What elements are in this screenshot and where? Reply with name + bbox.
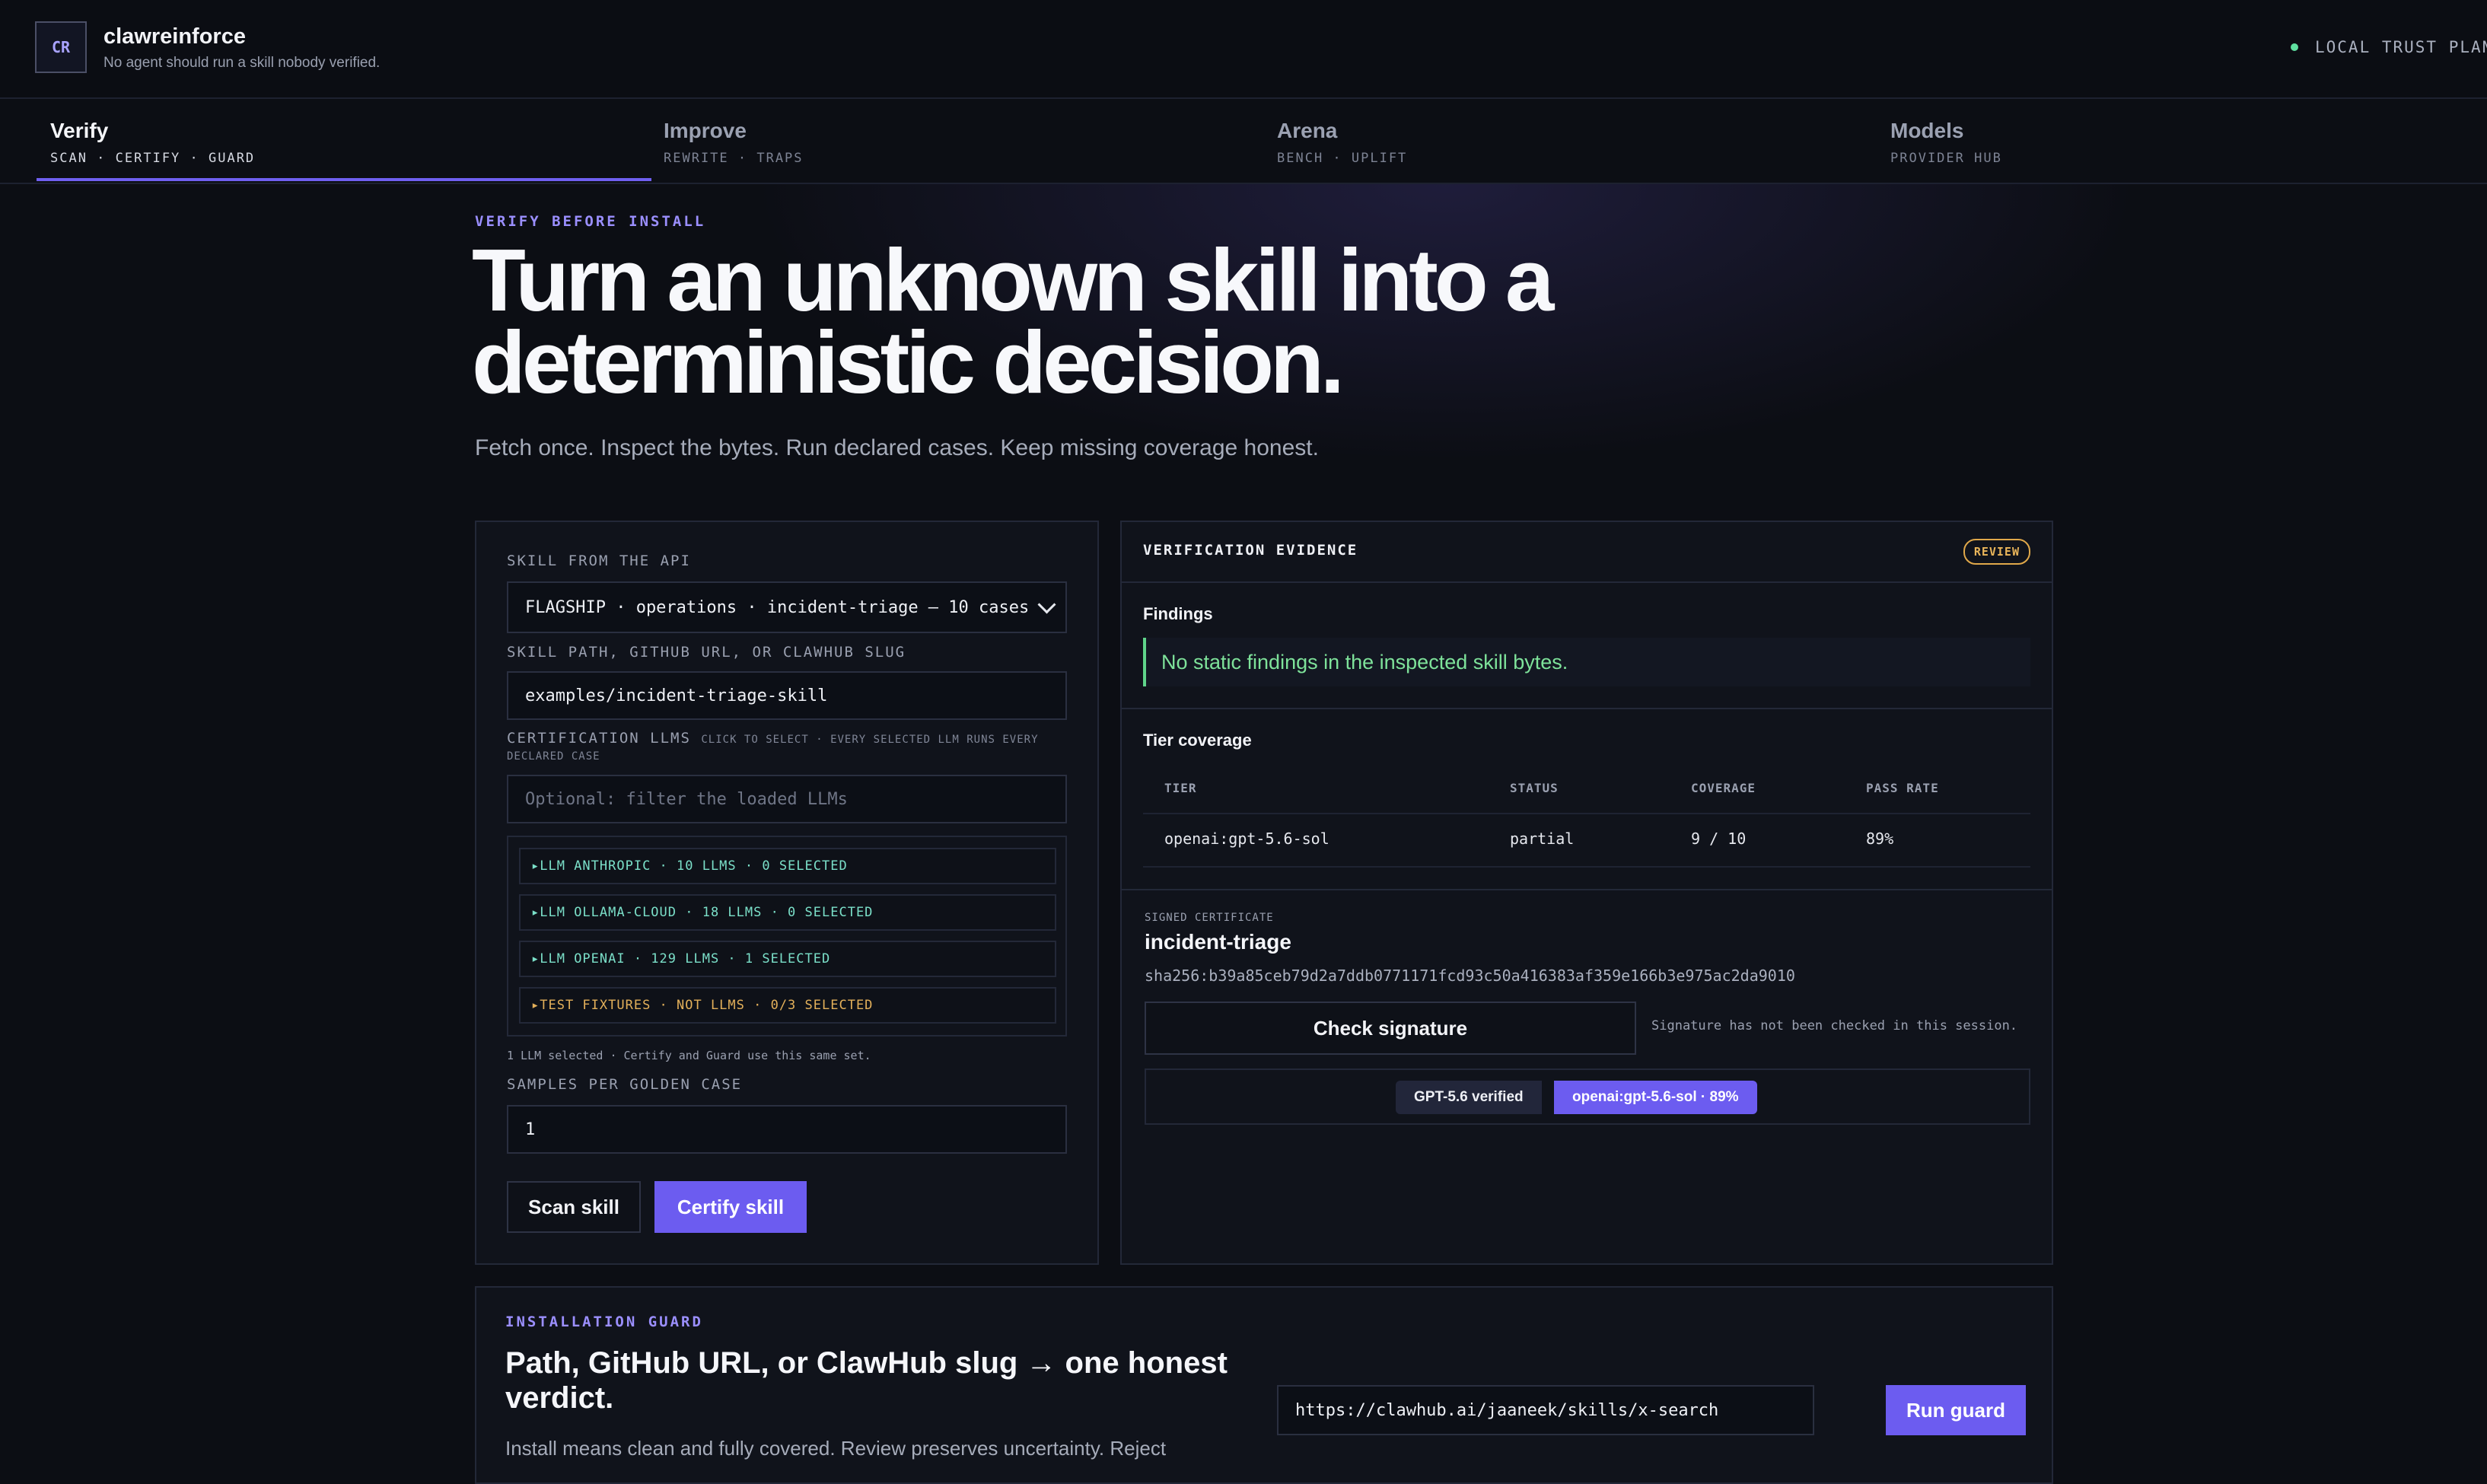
- tab-sublabel: BENCH · UPLIFT: [1277, 151, 1408, 166]
- llm-group-test-fixtures[interactable]: ▸ TEST FIXTURES · NOT LLMS · 0/3 SELECTED: [519, 987, 1056, 1024]
- installation-guard-panel: INSTALLATION GUARD Path, GitHub URL, or …: [475, 1286, 2053, 1484]
- tab-label: Models: [1890, 119, 1964, 142]
- llm-group-ollama-cloud[interactable]: ▸ LLM OLLAMA-CLOUD · 18 LLMS · 0 SELECTED: [519, 894, 1056, 931]
- table-header-tier: TIER: [1164, 781, 1197, 795]
- evidence-title: VERIFICATION EVIDENCE: [1143, 542, 1358, 559]
- signature-note: Signature has not been checked in this s…: [1651, 1018, 2018, 1033]
- skill-api-value: FLAGSHIP · operations · incident-triage …: [525, 597, 1030, 617]
- samples-input[interactable]: 1: [507, 1105, 1067, 1154]
- table-header-status: STATUS: [1510, 781, 1559, 795]
- table-header-pass-rate: PASS RATE: [1866, 781, 1939, 795]
- tab-sublabel: SCAN · CERTIFY · GUARD: [50, 151, 256, 166]
- samples-label: SAMPLES PER GOLDEN CASE: [507, 1076, 743, 1093]
- tab-label: Arena: [1277, 119, 1338, 142]
- table-cell-tier: openai:gpt-5.6-sol: [1164, 830, 1329, 848]
- llms-label-text: CERTIFICATION LLMS: [507, 730, 691, 747]
- table-divider: [1143, 866, 2030, 868]
- divider: [1122, 889, 2053, 890]
- app-tagline: No agent should run a skill nobody verif…: [103, 55, 381, 71]
- triangle-right-icon: ▸: [531, 905, 540, 920]
- tier-chip: openai:gpt-5.6-sol · 89%: [1554, 1081, 1757, 1114]
- findings-heading: Findings: [1143, 604, 1213, 623]
- trust-label: LOCAL TRUST PLANE: [2315, 38, 2487, 56]
- llm-group-label: LLM ANTHROPIC · 10 LLMS · 0 SELECTED: [540, 858, 848, 874]
- verification-evidence-panel: VERIFICATION EVIDENCE REVIEW Findings No…: [1120, 521, 2053, 1265]
- skill-path-label: SKILL PATH, GITHUB URL, OR CLAWHUB SLUG: [507, 644, 906, 661]
- verification-chips: GPT-5.6 verified openai:gpt-5.6-sol · 89…: [1145, 1068, 2030, 1125]
- findings-message: No static findings in the inspected skil…: [1143, 638, 2030, 686]
- divider: [1122, 581, 2053, 583]
- certification-llms-label: CERTIFICATION LLMS CLICK TO SELECT · EVE…: [507, 731, 1070, 764]
- llm-group-openai[interactable]: ▸ LLM OPENAI · 129 LLMS · 1 SELECTED: [519, 941, 1056, 977]
- table-header-coverage: COVERAGE: [1691, 781, 1756, 795]
- skill-api-label: SKILL FROM THE API: [507, 553, 691, 569]
- skill-path-value: examples/incident-triage-skill: [525, 686, 828, 705]
- main-tabs: Verify SCAN · CERTIFY · GUARD Improve RE…: [0, 99, 2487, 184]
- llm-group-label: LLM OLLAMA-CLOUD · 18 LLMS · 0 SELECTED: [540, 905, 874, 920]
- llm-group-label: TEST FIXTURES · NOT LLMS · 0/3 SELECTED: [540, 998, 874, 1013]
- tab-verify[interactable]: Verify SCAN · CERTIFY · GUARD: [37, 99, 651, 181]
- scan-skill-button[interactable]: Scan skill: [507, 1181, 641, 1233]
- table-cell-coverage: 9 / 10: [1691, 830, 1747, 848]
- tab-models[interactable]: Models PROVIDER HUB: [1877, 99, 2485, 181]
- status-badge: REVIEW: [1963, 539, 2030, 565]
- triangle-right-icon: ▸: [531, 951, 540, 967]
- app-logo: CR: [35, 21, 87, 73]
- triangle-right-icon: ▸: [531, 858, 540, 874]
- run-guard-button[interactable]: Run guard: [1886, 1385, 2026, 1435]
- guard-eyebrow: INSTALLATION GUARD: [505, 1314, 703, 1330]
- guard-title: Path, GitHub URL, or ClawHub slug → one …: [505, 1346, 1228, 1415]
- llm-filter-input[interactable]: Optional: filter the loaded LLMs: [507, 775, 1067, 823]
- llm-groups-list: ▸ LLM ANTHROPIC · 10 LLMS · 0 SELECTED ▸ L…: [507, 836, 1067, 1037]
- certificate-label: SIGNED CERTIFICATE: [1145, 912, 1274, 924]
- triangle-right-icon: ▸: [531, 998, 540, 1013]
- llm-filter-placeholder: Optional: filter the loaded LLMs: [525, 789, 848, 809]
- guard-url-input[interactable]: https://clawhub.ai/jaaneek/skills/x-sear…: [1277, 1385, 1814, 1435]
- skill-api-select[interactable]: FLAGSHIP · operations · incident-triage …: [507, 581, 1067, 633]
- verify-form-panel: SKILL FROM THE API FLAGSHIP · operations…: [475, 521, 1099, 1265]
- hero-subtitle: Fetch once. Inspect the bytes. Run decla…: [475, 435, 1319, 460]
- trust-status: LOCAL TRUST PLANE: [2291, 38, 2487, 56]
- chevron-down-icon: [1037, 595, 1056, 614]
- guard-description: Install means clean and fully covered. R…: [505, 1437, 1167, 1460]
- divider: [1122, 708, 2053, 709]
- certificate-hash: sha256:b39a85ceb79d2a7ddb0771171fcd93c50…: [1145, 967, 1795, 985]
- table-cell-pass-rate: 89%: [1866, 830, 1894, 848]
- status-dot-icon: [2291, 43, 2298, 51]
- skill-path-input[interactable]: examples/incident-triage-skill: [507, 671, 1067, 720]
- tier-coverage-heading: Tier coverage: [1143, 731, 1252, 750]
- table-divider: [1143, 813, 2030, 814]
- tab-label: Verify: [50, 119, 109, 142]
- samples-value: 1: [525, 1119, 536, 1139]
- guard-url-value: https://clawhub.ai/jaaneek/skills/x-sear…: [1295, 1400, 1719, 1420]
- llm-group-label: LLM OPENAI · 129 LLMS · 1 SELECTED: [540, 951, 831, 967]
- tab-arena[interactable]: Arena BENCH · UPLIFT: [1263, 99, 1877, 181]
- table-cell-status: partial: [1510, 830, 1575, 848]
- hero-eyebrow: VERIFY BEFORE INSTALL: [475, 213, 706, 230]
- tab-label: Improve: [664, 119, 747, 142]
- tab-improve[interactable]: Improve REWRITE · TRAPS: [650, 99, 1263, 181]
- app-header: CR clawreinforce No agent should run a s…: [0, 0, 2487, 99]
- certify-skill-button[interactable]: Certify skill: [654, 1181, 807, 1233]
- llm-group-anthropic[interactable]: ▸ LLM ANTHROPIC · 10 LLMS · 0 SELECTED: [519, 848, 1056, 884]
- verified-chip: GPT-5.6 verified: [1396, 1081, 1542, 1114]
- hero-title: Turn an unknown skill into a determinist…: [472, 231, 1554, 412]
- tab-sublabel: PROVIDER HUB: [1890, 151, 2002, 166]
- app-name: clawreinforce: [103, 24, 246, 49]
- tab-sublabel: REWRITE · TRAPS: [664, 151, 804, 166]
- selection-note: 1 LLM selected · Certify and Guard use t…: [507, 1049, 871, 1062]
- check-signature-button[interactable]: Check signature: [1145, 1002, 1636, 1055]
- certificate-name: incident-triage: [1145, 930, 1291, 954]
